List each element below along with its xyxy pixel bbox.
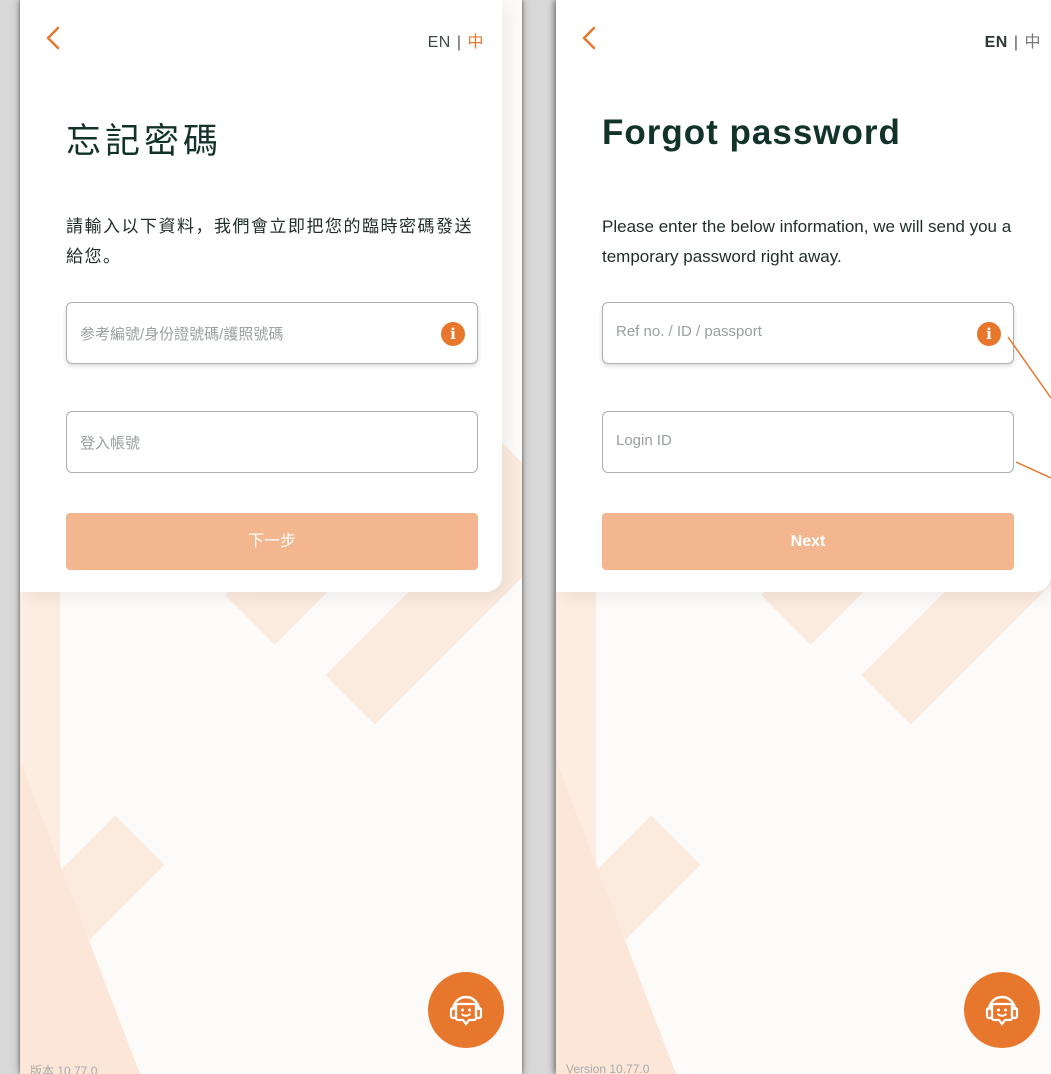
lang-zh-option[interactable]: 中 xyxy=(1024,34,1041,51)
page-title: Forgot password xyxy=(602,113,901,152)
app-version: 版本 10.77.0 xyxy=(30,1064,98,1074)
reference-id-input[interactable]: Ref no. / ID / passport i xyxy=(602,302,1014,364)
lang-separator: | xyxy=(1013,34,1019,51)
next-button[interactable]: Next xyxy=(602,513,1014,570)
info-icon[interactable]: i xyxy=(977,322,1001,346)
reference-id-placeholder: 参考編號/身份證號碼/護照號碼 xyxy=(80,326,284,343)
chat-support-button[interactable] xyxy=(964,972,1040,1048)
language-switcher: EN | 中 xyxy=(985,28,1041,52)
back-button[interactable] xyxy=(576,22,604,54)
chevron-left-icon xyxy=(46,26,60,50)
lang-en-option[interactable]: EN xyxy=(428,34,451,51)
next-button[interactable]: 下一步 xyxy=(66,513,478,570)
forgot-password-screen-zh: EN | 中 忘記密碼 請輸入以下資料，我們會立即把您的臨時密碼發送給您。 参考編號… xyxy=(20,0,522,1074)
chevron-left-icon xyxy=(582,26,596,50)
page-title: 忘記密碼 xyxy=(66,122,223,161)
headset-chat-icon xyxy=(449,995,483,1026)
info-icon[interactable]: i xyxy=(441,322,465,346)
instruction-text: Please enter the below information, we w… xyxy=(602,217,1012,266)
login-id-input[interactable]: 登入帳號 xyxy=(66,411,478,473)
lang-en-option[interactable]: EN xyxy=(985,34,1008,51)
headset-chat-icon xyxy=(985,995,1019,1026)
login-id-placeholder: Login ID xyxy=(616,432,672,449)
reference-id-placeholder: Ref no. / ID / passport xyxy=(616,323,762,340)
form-card xyxy=(556,0,1051,592)
login-id-input[interactable]: Login ID xyxy=(602,411,1014,473)
login-id-placeholder: 登入帳號 xyxy=(80,435,141,452)
reference-id-input[interactable]: 参考編號/身份證號碼/護照號碼 i xyxy=(66,302,478,364)
forgot-password-screen-en: EN | 中 Forgot password Please enter the be… xyxy=(556,0,1051,1074)
app-version: Version 10.77.0 xyxy=(566,1062,650,1074)
instruction-text: 請輸入以下資料，我們會立即把您的臨時密碼發送給您。 xyxy=(66,217,473,266)
chat-support-button[interactable] xyxy=(428,972,504,1048)
lang-zh-option[interactable]: 中 xyxy=(467,34,484,51)
language-switcher: EN | 中 xyxy=(428,28,484,52)
lang-separator: | xyxy=(456,34,462,51)
back-button[interactable] xyxy=(40,22,68,54)
form-card xyxy=(20,0,502,592)
